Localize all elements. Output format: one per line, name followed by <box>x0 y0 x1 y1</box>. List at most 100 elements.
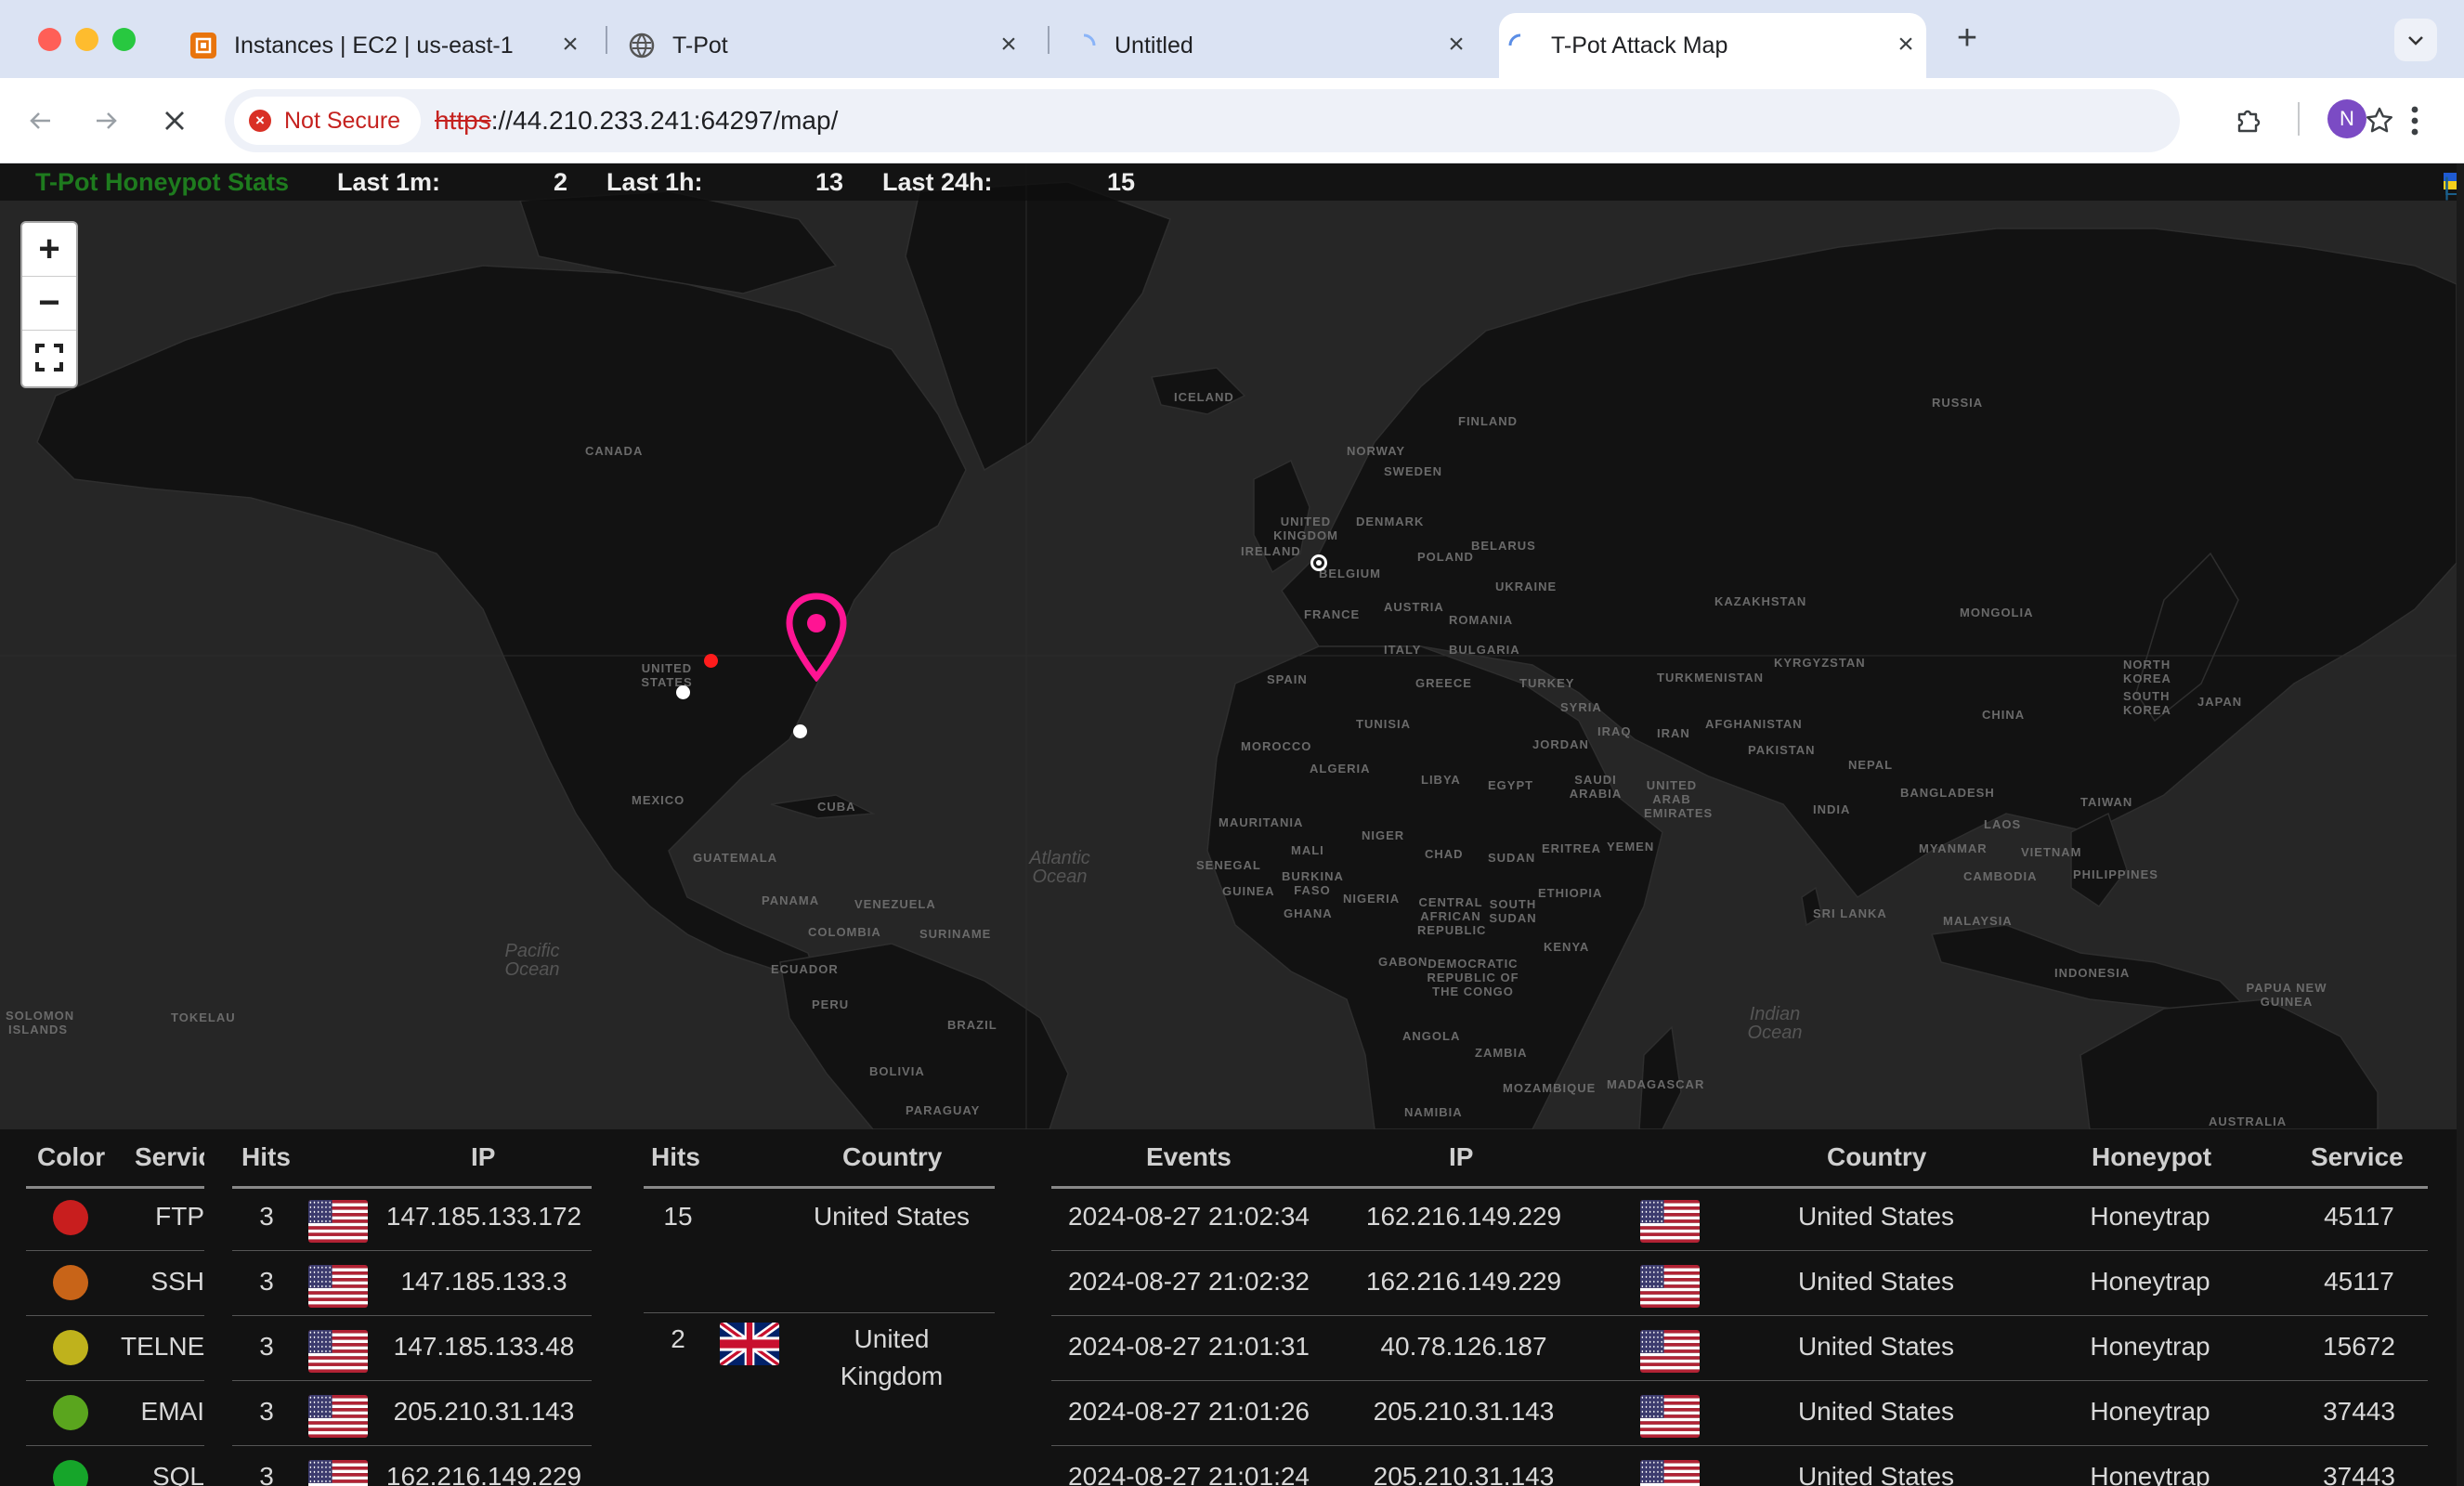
country-name[interactable]: United <box>799 1324 984 1354</box>
address-bar[interactable]: × Not Secure https://44.210.233.241:6429… <box>225 89 2392 152</box>
fullscreen-icon <box>35 344 63 372</box>
tab-ec2-instances[interactable]: Instances | EC2 | us-east-1 × <box>182 13 591 78</box>
row-divider <box>232 1445 592 1446</box>
event-service: 37443 <box>2323 1397 2395 1426</box>
window-minimize-button[interactable] <box>75 28 98 51</box>
browser-tab-bar: Instances | EC2 | us-east-1 × T-Pot × Un… <box>0 0 2464 78</box>
column-header-country: Country <box>842 1142 943 1171</box>
attribution-text[interactable]: | © OpenStreetMap © CARTO <box>2444 173 2457 202</box>
zoom-in-button[interactable]: + <box>22 223 76 277</box>
tab-close-icon[interactable]: × <box>555 31 585 60</box>
philippines-shape <box>2070 812 2128 908</box>
column-header-color: Color <box>37 1142 106 1171</box>
new-tab-button[interactable]: + <box>1949 20 1986 58</box>
tab-title: Instances | EC2 | us-east-1 <box>234 32 514 59</box>
ip-address[interactable]: 162.216.149.229 <box>376 1462 592 1486</box>
browser-menu-icon[interactable] <box>2396 98 2433 143</box>
row-divider <box>1051 1250 2428 1251</box>
ip-address[interactable]: 147.185.133.48 <box>376 1332 592 1362</box>
ip-address[interactable]: 147.185.133.3 <box>376 1267 592 1297</box>
map-label-mexico: MEXICO <box>632 793 685 807</box>
window-maximize-button[interactable] <box>112 28 136 51</box>
honeypot-location-pin-icon[interactable] <box>784 593 849 682</box>
tab-close-icon[interactable]: × <box>1891 31 1921 60</box>
event-ip[interactable]: 205.210.31.143 <box>1326 1397 1601 1427</box>
tab-untitled[interactable]: Untitled × <box>1063 13 1477 78</box>
column-header-country: Country <box>1827 1142 1927 1171</box>
map-label-sudan: SUDAN <box>1488 851 1536 865</box>
map-label-sweden: SWEDEN <box>1384 464 1443 478</box>
ip-hits: 3 <box>259 1332 274 1361</box>
row-divider <box>26 1250 204 1251</box>
close-icon <box>165 111 184 130</box>
ocean-label-atlantic: Atlantic Ocean <box>1029 848 1090 887</box>
bookmark-star-icon[interactable] <box>2361 102 2398 139</box>
ip-address[interactable]: 205.210.31.143 <box>376 1397 592 1427</box>
map-label-canada: CANADA <box>585 444 644 458</box>
event-country: United States <box>1797 1397 1955 1426</box>
url-text[interactable]: https://44.210.233.241:64297/map/ <box>435 89 838 152</box>
header-rule <box>232 1186 592 1189</box>
map-label-belgium: BELGIUM <box>1319 567 1381 580</box>
stop-loading-button[interactable] <box>152 98 197 143</box>
us-flag-icon <box>1640 1265 1700 1308</box>
service-name: FTP <box>155 1202 204 1231</box>
attack-origin-marker[interactable] <box>1310 554 1327 571</box>
map-label-romania: ROMANIA <box>1449 613 1514 627</box>
map-label-mauritania: MAURITANIA <box>1219 815 1304 829</box>
service-name: SQL <box>151 1462 204 1486</box>
security-indicator[interactable]: × Not Secure <box>234 97 422 145</box>
map-label-drc: DEMOCRATIC REPUBLIC OF THE CONGO <box>1427 957 1519 998</box>
forward-button[interactable] <box>84 98 128 143</box>
event-ip[interactable]: 40.78.126.187 <box>1326 1332 1601 1362</box>
zoom-out-button[interactable]: − <box>22 277 76 331</box>
world-map[interactable]: CANADA UNITED STATES MEXICO CUBA GUATEMA… <box>0 163 2457 1129</box>
uk-flag-icon <box>720 1323 779 1365</box>
map-label-mongolia: MONGOLIA <box>1960 606 2034 619</box>
event-ip[interactable]: 205.210.31.143 <box>1326 1462 1601 1486</box>
service-color-dot <box>53 1460 88 1486</box>
column-header-ip: IP <box>1449 1142 1474 1171</box>
profile-avatar[interactable]: N <box>2327 99 2366 138</box>
event-service: 15672 <box>2323 1332 2395 1361</box>
attack-origin-marker[interactable] <box>704 654 718 668</box>
last-1m-label: Last 1m: <box>337 168 441 196</box>
map-label-morocco: MOROCCO <box>1241 739 1312 753</box>
back-button[interactable] <box>19 98 63 143</box>
window-close-button[interactable] <box>38 28 61 51</box>
map-label-vietnam: VIETNAM <box>2021 845 2082 859</box>
chevron-down-icon <box>2408 36 2423 46</box>
event-country: United States <box>1797 1462 1955 1486</box>
map-label-central-african-republic: CENTRAL AFRICAN REPUBLIC <box>1417 895 1487 937</box>
row-divider <box>232 1380 592 1381</box>
tab-close-icon[interactable]: × <box>994 31 1023 60</box>
map-label-guinea: GUINEA <box>1222 884 1275 898</box>
country-name[interactable]: Kingdom <box>799 1362 984 1391</box>
fullscreen-button[interactable] <box>22 331 76 385</box>
world-map-land <box>0 163 2457 1129</box>
last-1h-label: Last 1h: <box>606 168 703 196</box>
column-header-honeypot: Honeypot <box>2092 1142 2212 1171</box>
tab-search-button[interactable] <box>2394 19 2437 61</box>
ip-hits: 3 <box>259 1397 274 1426</box>
service-name: SSH <box>150 1267 204 1296</box>
column-header-hits: Hits <box>241 1142 291 1171</box>
attack-origin-marker[interactable] <box>676 685 690 699</box>
extensions-icon[interactable] <box>2227 98 2272 143</box>
ip-address[interactable]: 147.185.133.172 <box>376 1202 592 1232</box>
row-divider <box>26 1445 204 1446</box>
column-header-events: Events <box>1146 1142 1232 1171</box>
country-name[interactable]: United States <box>799 1202 984 1232</box>
event-ip[interactable]: 162.216.149.229 <box>1326 1202 1601 1232</box>
map-label-philippines: PHILIPPINES <box>2073 867 2158 881</box>
map-label-namibia: NAMIBIA <box>1404 1105 1463 1119</box>
us-flag-icon <box>308 1200 368 1243</box>
tab-close-icon[interactable]: × <box>1441 31 1471 60</box>
tab-t-pot-attack-map[interactable]: T-Pot Attack Map × <box>1499 13 1926 78</box>
event-ip[interactable]: 162.216.149.229 <box>1326 1267 1601 1297</box>
last-1h-value: 13 <box>815 168 844 196</box>
tab-t-pot[interactable]: T-Pot × <box>620 13 1029 78</box>
map-label-bulgaria: BULGARIA <box>1449 643 1520 657</box>
loading-icon <box>1506 32 1534 59</box>
attack-origin-marker[interactable] <box>793 724 807 738</box>
